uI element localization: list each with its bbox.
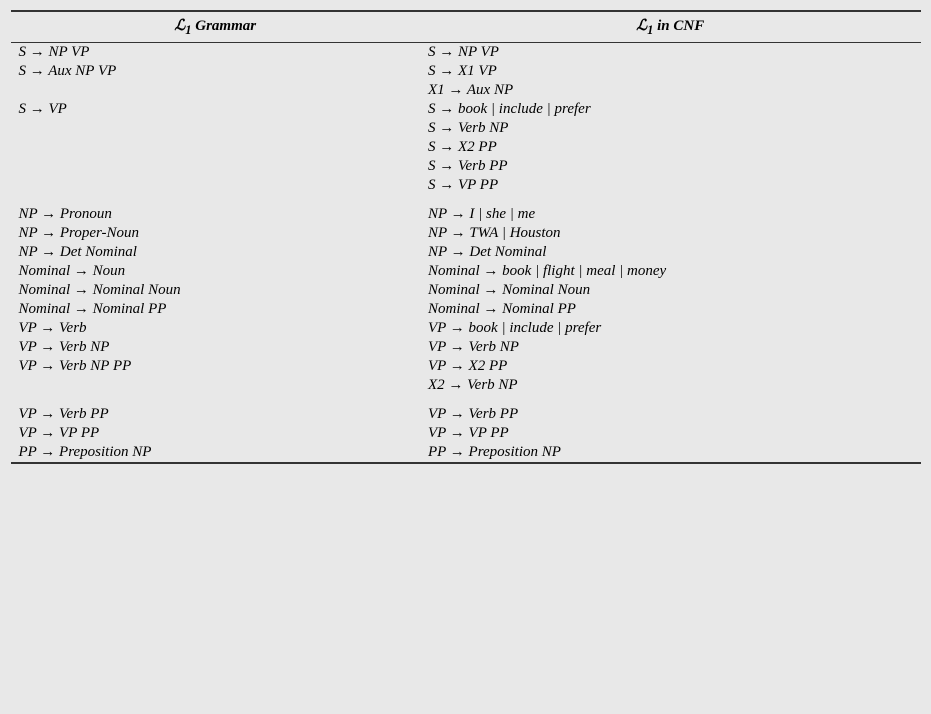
grammar-rule-left: S → NP VP (11, 43, 421, 63)
grammar-rule-right: X2 → Verb NP (420, 376, 921, 395)
table-row: S → VPS → book | include | prefer (11, 100, 921, 119)
spacer-row (11, 395, 921, 405)
grammar-rule-left (11, 157, 421, 176)
grammar-rule-left: Nominal → Nominal Noun (11, 281, 421, 300)
spacer-row (11, 195, 921, 205)
table-row: NP → Det NominalNP → Det Nominal (11, 243, 921, 262)
grammar-rule-right: VP → X2 PP (420, 357, 921, 376)
grammar-rule-left: Nominal → Nominal PP (11, 300, 421, 319)
grammar-rule-left (11, 176, 421, 195)
grammar-rule-right: NP → I | she | me (420, 205, 921, 224)
table-row: VP → Verb NPVP → Verb NP (11, 338, 921, 357)
grammar-rule-right: VP → VP PP (420, 424, 921, 443)
grammar-rule-right: X1 → Aux NP (420, 81, 921, 100)
table-row: S → Verb PP (11, 157, 921, 176)
grammar-rule-left (11, 119, 421, 138)
grammar-rule-right: S → X1 VP (420, 62, 921, 81)
grammar-table: ℒ1 Grammar ℒ1 in CNF S → NP VPS → NP VPS… (11, 10, 921, 464)
grammar-rule-right: S → X2 PP (420, 138, 921, 157)
grammar-rule-right: S → Verb PP (420, 157, 921, 176)
grammar-rule-left (11, 138, 421, 157)
table-row: S → Verb NP (11, 119, 921, 138)
table-row: NP → Proper-NounNP → TWA | Houston (11, 224, 921, 243)
table-row: S → NP VPS → NP VP (11, 43, 921, 63)
grammar-rule-left: VP → Verb NP (11, 338, 421, 357)
table-row: NP → PronounNP → I | she | me (11, 205, 921, 224)
grammar-rule-right: Nominal → Nominal PP (420, 300, 921, 319)
grammar-rule-right: PP → Preposition NP (420, 443, 921, 463)
grammar-rule-left: NP → Proper-Noun (11, 224, 421, 243)
col2-header: ℒ1 in CNF (420, 11, 921, 43)
grammar-rule-right: NP → Det Nominal (420, 243, 921, 262)
grammar-rule-left: VP → Verb PP (11, 405, 421, 424)
grammar-rule-left: NP → Pronoun (11, 205, 421, 224)
grammar-rule-left: PP → Preposition NP (11, 443, 421, 463)
grammar-rule-right: Nominal → Nominal Noun (420, 281, 921, 300)
grammar-rule-left (11, 81, 421, 100)
grammar-rule-right: Nominal → book | flight | meal | money (420, 262, 921, 281)
grammar-rule-left: VP → VP PP (11, 424, 421, 443)
grammar-rule-left: S → VP (11, 100, 421, 119)
table-row: X2 → Verb NP (11, 376, 921, 395)
grammar-rule-right: VP → Verb NP (420, 338, 921, 357)
grammar-rule-right: VP → Verb PP (420, 405, 921, 424)
grammar-rule-left: S → Aux NP VP (11, 62, 421, 81)
grammar-rule-left: NP → Det Nominal (11, 243, 421, 262)
grammar-rule-left (11, 376, 421, 395)
col1-header: ℒ1 Grammar (11, 11, 421, 43)
table-row: Nominal → Nominal NounNominal → Nominal … (11, 281, 921, 300)
grammar-rule-right: VP → book | include | prefer (420, 319, 921, 338)
table-row: VP → Verb NP PPVP → X2 PP (11, 357, 921, 376)
table-row: S → X2 PP (11, 138, 921, 157)
grammar-rule-right: S → book | include | prefer (420, 100, 921, 119)
table-row: X1 → Aux NP (11, 81, 921, 100)
grammar-table-container: ℒ1 Grammar ℒ1 in CNF S → NP VPS → NP VPS… (11, 10, 921, 464)
grammar-rule-right: S → Verb NP (420, 119, 921, 138)
table-row: VP → VerbVP → book | include | prefer (11, 319, 921, 338)
table-row: VP → VP PPVP → VP PP (11, 424, 921, 443)
grammar-rule-right: NP → TWA | Houston (420, 224, 921, 243)
grammar-rule-right: S → NP VP (420, 43, 921, 63)
table-row: VP → Verb PPVP → Verb PP (11, 405, 921, 424)
grammar-rule-left: Nominal → Noun (11, 262, 421, 281)
grammar-rule-left: VP → Verb NP PP (11, 357, 421, 376)
table-row: S → VP PP (11, 176, 921, 195)
table-row: Nominal → NounNominal → book | flight | … (11, 262, 921, 281)
table-row: S → Aux NP VPS → X1 VP (11, 62, 921, 81)
table-row: PP → Preposition NPPP → Preposition NP (11, 443, 921, 463)
grammar-rule-left: VP → Verb (11, 319, 421, 338)
grammar-rule-right: S → VP PP (420, 176, 921, 195)
table-row: Nominal → Nominal PPNominal → Nominal PP (11, 300, 921, 319)
